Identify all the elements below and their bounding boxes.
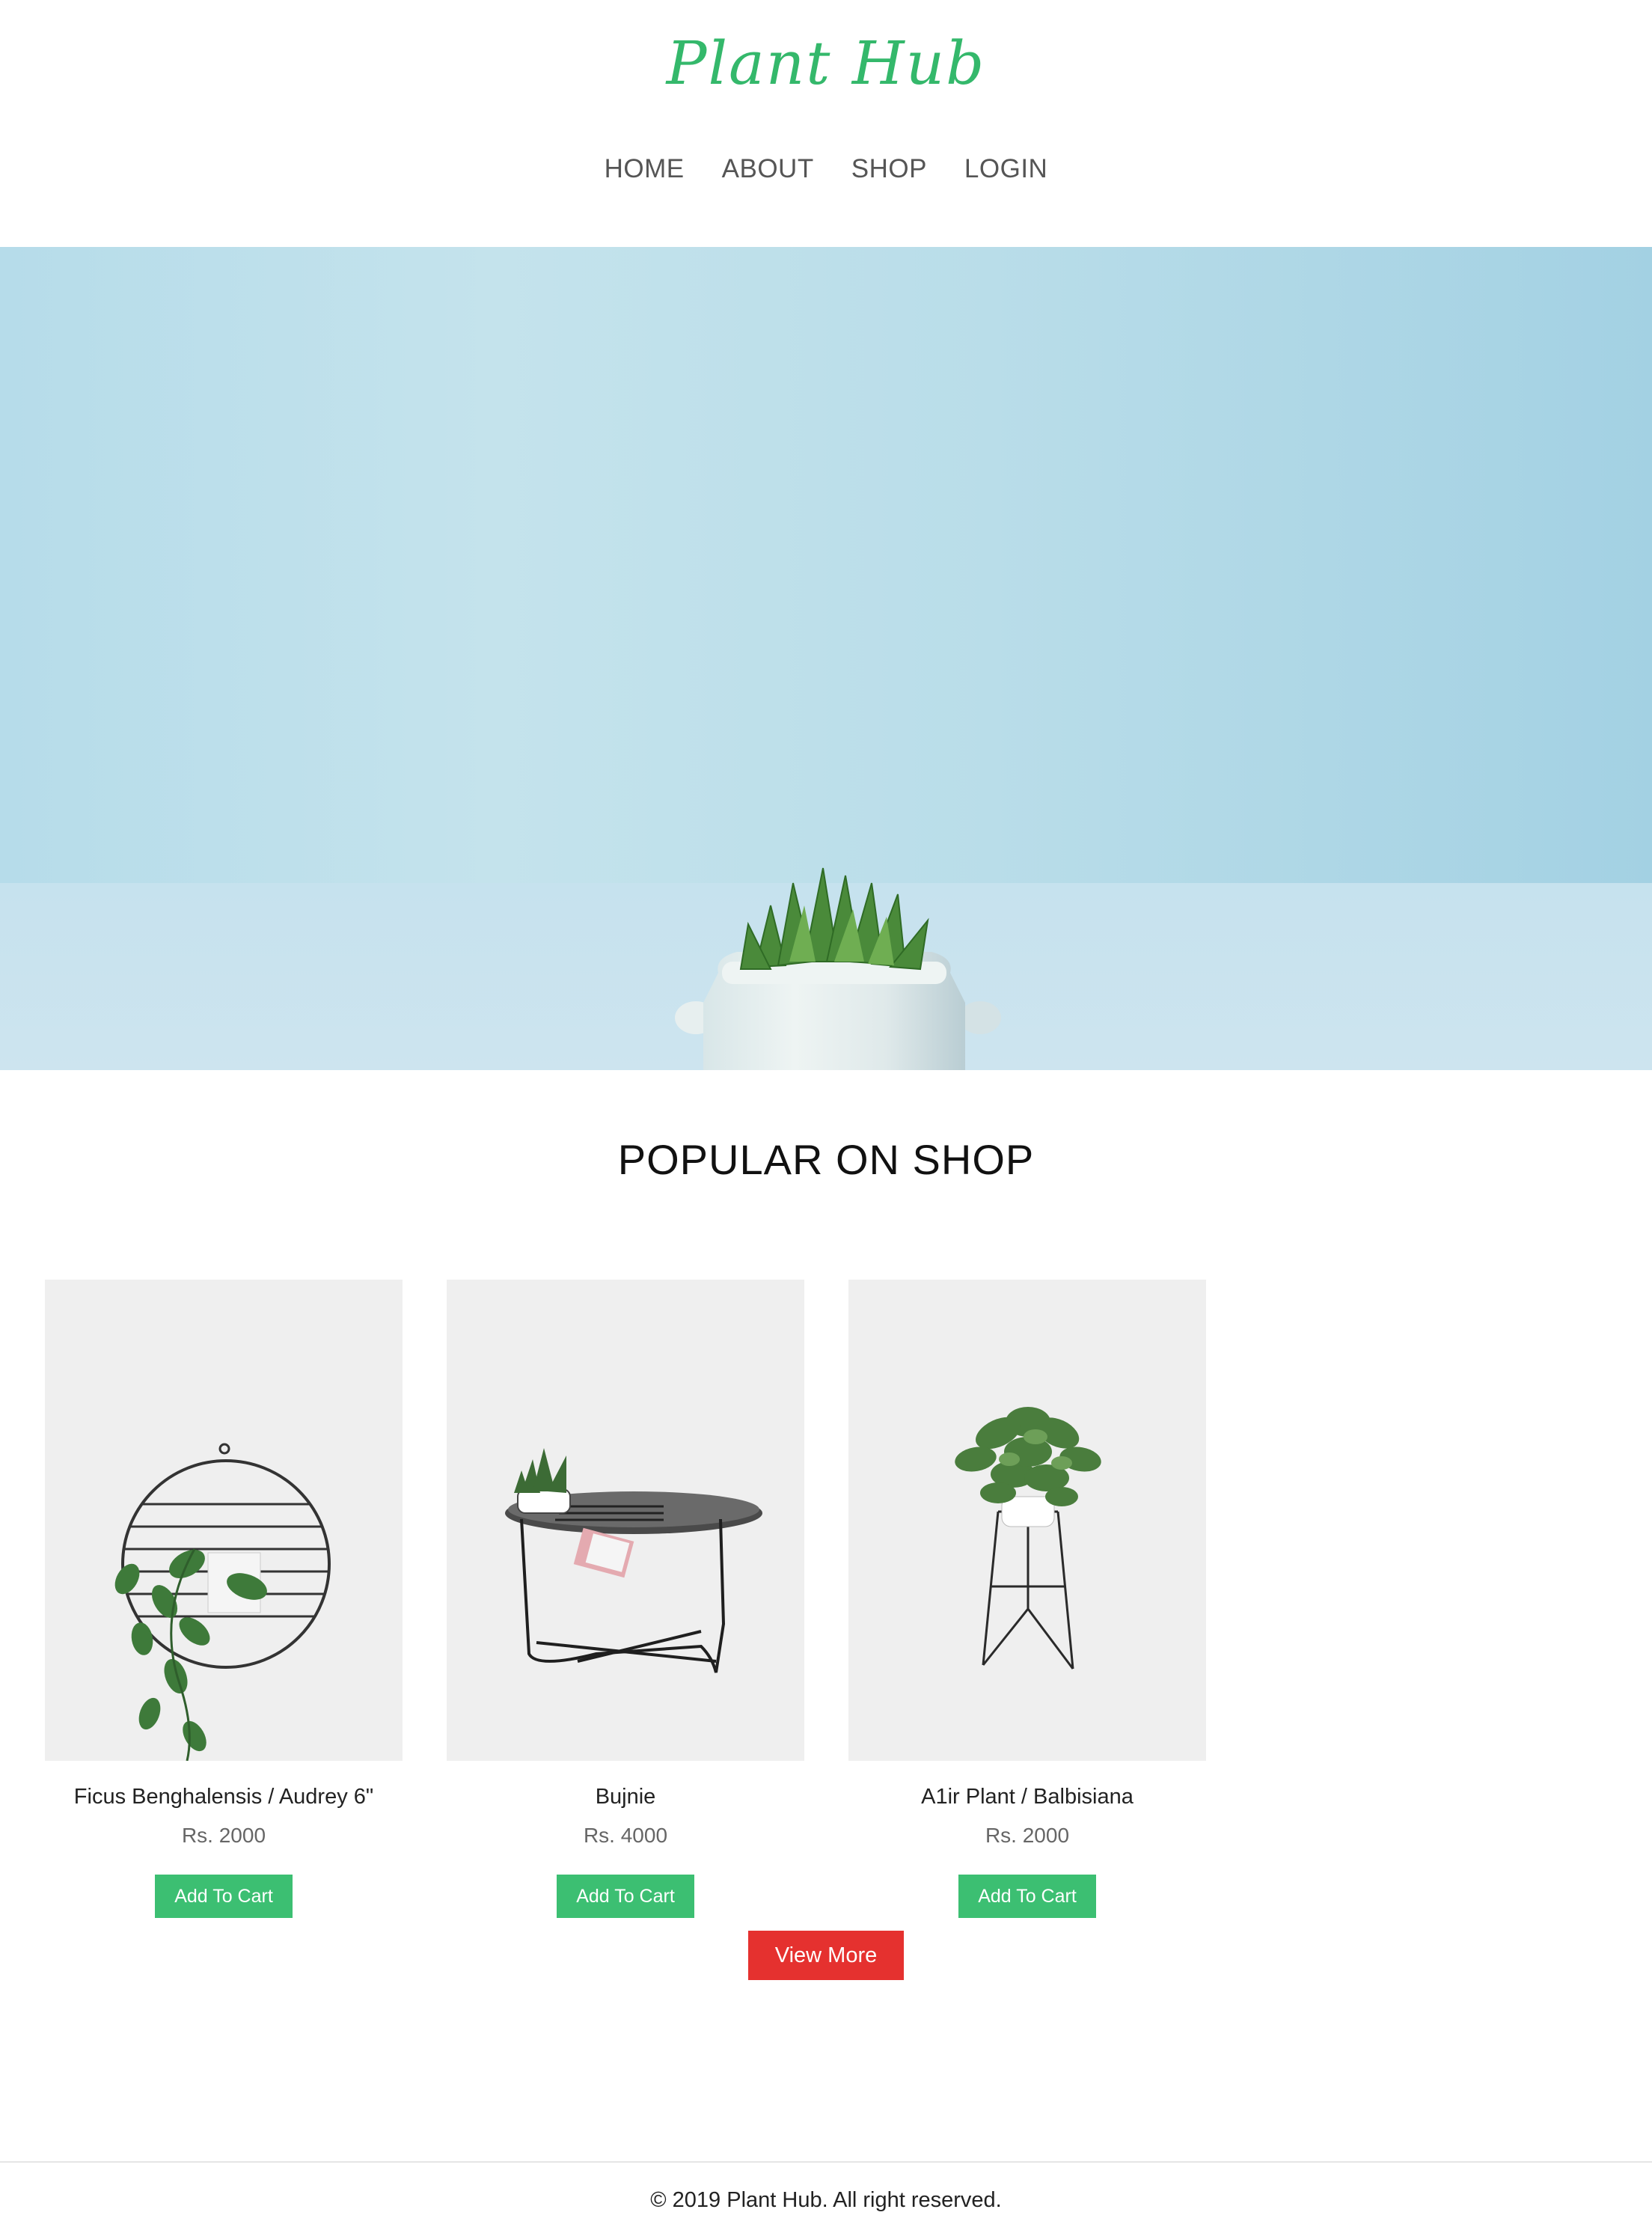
product-price: Rs. 4000 (583, 1824, 668, 1847)
plant-stand-icon (955, 1407, 1101, 1670)
nav-item-login[interactable]: LOGIN (964, 147, 1047, 192)
view-more-section: View More (0, 1931, 1652, 1980)
copyright-text: © 2019 Plant Hub. All right reserved. (650, 2188, 1002, 2212)
hanging-pothos-icon (114, 1443, 331, 1761)
nav-item-home[interactable]: HOME (605, 147, 685, 192)
product-card: Ficus Benghalensis / Audrey 6" Rs. 2000 … (45, 1280, 403, 1918)
add-to-cart-button[interactable]: Add To Cart (958, 1875, 1096, 1918)
product-name: A1ir Plant / Balbisiana (921, 1785, 1134, 1809)
add-to-cart-button[interactable]: Add To Cart (155, 1875, 293, 1918)
product-grid: Ficus Benghalensis / Audrey 6" Rs. 2000 … (0, 1280, 1652, 1931)
product-image[interactable] (45, 1280, 403, 1761)
hero-image (0, 247, 1652, 1070)
brand-logo[interactable]: Plant Hub (0, 22, 1652, 105)
hero-banner (0, 247, 1652, 1070)
site-footer: © 2019 Plant Hub. All right reserved. (0, 2161, 1652, 2239)
product-card: A1ir Plant / Balbisiana Rs. 2000 Add To … (848, 1280, 1206, 1918)
product-card: Bujnie Rs. 4000 Add To Cart (447, 1280, 804, 1918)
product-image[interactable] (848, 1280, 1206, 1761)
side-table-icon (505, 1448, 762, 1673)
nav-item-shop[interactable]: SHOP (851, 147, 927, 192)
main-nav: HOME ABOUT SHOP LOGIN (0, 147, 1652, 192)
nav-item-about[interactable]: ABOUT (722, 147, 814, 192)
product-price: Rs. 2000 (181, 1824, 266, 1847)
site-header: Plant Hub HOME ABOUT SHOP LOGIN (0, 0, 1652, 247)
product-name: Ficus Benghalensis / Audrey 6" (73, 1785, 374, 1809)
section-title: POPULAR ON SHOP (617, 1136, 1035, 1183)
product-price: Rs. 2000 (985, 1824, 1070, 1847)
view-more-button[interactable]: View More (748, 1931, 904, 1980)
product-name: Bujnie (595, 1785, 656, 1809)
add-to-cart-button[interactable]: Add To Cart (557, 1875, 694, 1918)
product-image[interactable] (447, 1280, 804, 1761)
